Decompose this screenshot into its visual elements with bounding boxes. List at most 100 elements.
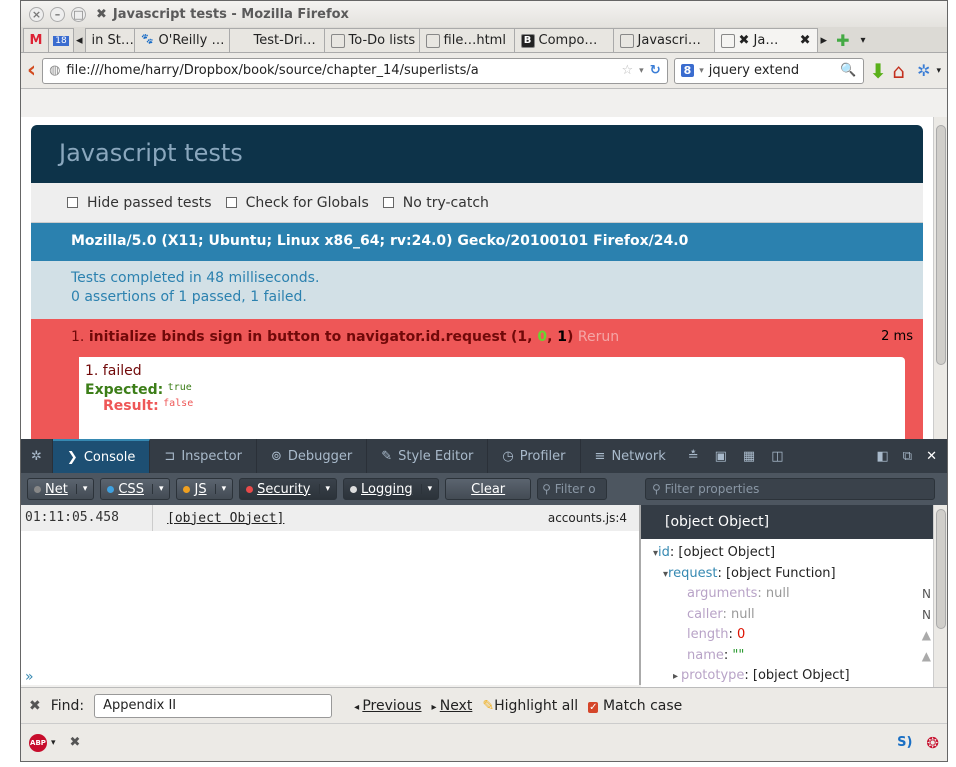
security-filter-button[interactable]: Security ▾ [239, 478, 338, 500]
var-row-name[interactable]: name: "" ▲ [641, 646, 947, 667]
net-dot-icon [34, 485, 41, 493]
status-close-icon[interactable]: ✖ [70, 735, 81, 750]
tab-2[interactable]: Test-Dri… [228, 28, 325, 52]
console-log-row[interactable]: 01:11:05.458 [object Object] accounts.js… [21, 505, 639, 531]
search-engine-dropdown-icon[interactable]: ▾ [699, 66, 704, 76]
skype-icon[interactable]: S) [897, 735, 912, 750]
logging-filter-button[interactable]: Logging ▾ [343, 478, 440, 500]
clear-button[interactable]: Clear [445, 478, 532, 500]
net-dropdown-icon[interactable]: ▾ [75, 484, 87, 494]
devtools-settings[interactable]: ✲ [21, 439, 53, 473]
hide-passed-label: Hide passed tests [87, 194, 212, 211]
url-bar[interactable]: ◍ file:///home/harry/Dropbox/book/source… [42, 57, 668, 84]
tab-inspector[interactable]: ⊐ Inspector [150, 439, 257, 473]
no-try-catch-label: No try-catch [402, 194, 489, 211]
devtools-close-icon[interactable]: ✕ [926, 449, 937, 464]
download-icon[interactable]: ⬇ [870, 59, 887, 83]
tab-scroll-right[interactable]: ▸ [817, 28, 832, 52]
tab-1[interactable]: 🐾 O'Reilly … [133, 28, 230, 52]
find-next-button[interactable]: ▸ Next [432, 698, 473, 714]
non-enumerable-flag: N [922, 587, 931, 601]
no-try-catch-checkbox[interactable] [382, 197, 394, 208]
adblock-icon[interactable]: ABP [29, 733, 47, 752]
var-row-request[interactable]: ▾request: [object Function] [641, 564, 947, 585]
console-filter-input[interactable]: ⚲ Filter o [537, 478, 608, 500]
var-row-length[interactable]: length: 0 ▲ [641, 625, 947, 646]
tab-calendar[interactable]: 18 [48, 28, 74, 52]
dock-side-icon[interactable]: ◧ [877, 449, 889, 464]
tab-0[interactable]: in St… [84, 28, 135, 52]
home-icon[interactable]: ⌂ [892, 59, 905, 83]
firebug-status-icon[interactable]: ❂ [926, 734, 939, 752]
net-filter-button[interactable]: Net ▾ [27, 478, 95, 500]
tab-network[interactable]: ≡ Network [581, 439, 680, 473]
new-tab-button[interactable]: ✚ [830, 28, 855, 52]
var-value: [object Object] [678, 545, 776, 560]
reload-icon[interactable]: ↻ [650, 63, 661, 78]
scratchpad-icon[interactable]: ≛ [688, 449, 699, 464]
css-dropdown-icon[interactable]: ▾ [151, 484, 163, 494]
tab-profiler[interactable]: ◷ Profiler [488, 439, 581, 473]
page-icon [236, 34, 250, 48]
tab-style-editor[interactable]: ✎ Style Editor [367, 439, 489, 473]
css-filter-label: CSS [118, 481, 144, 497]
match-case-toggle[interactable]: ✓ Match case [588, 698, 682, 714]
tab-7-active[interactable]: ✖ Ja… ✖ [713, 28, 818, 52]
maximize-window-icon[interactable]: □ [71, 6, 86, 22]
tab-gmail[interactable]: M [23, 28, 49, 52]
back-icon[interactable]: ‹ [27, 58, 36, 83]
tab-list-button[interactable]: ▾ [854, 28, 871, 52]
security-dropdown-icon[interactable]: ▾ [318, 484, 330, 494]
close-window-icon[interactable]: × [29, 6, 44, 22]
find-input[interactable]: Appendix II [94, 693, 333, 718]
log-object-link[interactable]: [object Object] [167, 511, 548, 526]
var-name: request [668, 565, 718, 581]
tab-close-icon[interactable]: ✖ [800, 33, 811, 48]
check-globals-checkbox[interactable] [225, 197, 237, 208]
tab-5[interactable]: B Compo… [513, 28, 614, 52]
search-icon[interactable]: 🔍 [840, 63, 856, 78]
rerun-link[interactable]: Rerun [578, 329, 619, 345]
var-row-id[interactable]: ▾id: [object Object] [641, 543, 947, 564]
firebug-icon[interactable]: ✲ [917, 61, 930, 80]
js-filter-label: JS [194, 481, 207, 497]
var-row-caller[interactable]: caller: null N [641, 605, 947, 626]
undock-icon[interactable]: ⧉ [903, 449, 912, 464]
var-row-prototype[interactable]: ▸ prototype: [object Object] [641, 666, 947, 687]
variables-scrollbar-thumb[interactable] [936, 509, 946, 629]
page-scrollbar[interactable] [933, 117, 947, 439]
paint-flashing-icon[interactable]: ◫ [771, 449, 783, 464]
highlight-all-button[interactable]: ✎Highlight all [482, 698, 578, 714]
responsive-icon[interactable]: ▣ [715, 449, 727, 464]
properties-filter-input[interactable]: ⚲ Filter properties [645, 478, 935, 500]
hide-passed-checkbox[interactable] [67, 197, 78, 208]
adblock-dropdown-icon[interactable]: ▾ [51, 738, 56, 748]
js-dropdown-icon[interactable]: ▾ [214, 484, 226, 494]
screenshot-icon[interactable]: ▦ [743, 449, 755, 464]
find-close-icon[interactable]: ✖ [29, 698, 41, 714]
find-previous-button[interactable]: ◂ Previous [354, 698, 421, 714]
match-case-label: Match case [602, 697, 683, 714]
css-filter-button[interactable]: CSS ▾ [100, 478, 171, 500]
firebug-dropdown-icon[interactable]: ▾ [936, 66, 941, 76]
tab-console[interactable]: ❯ Console [52, 439, 151, 473]
collapsed-arrow-icon[interactable]: ▸ [673, 671, 678, 682]
log-source-link[interactable]: accounts.js:4 [548, 511, 627, 525]
assertion-title: 1. failed [85, 363, 142, 379]
tab-3[interactable]: To-Do lists [323, 28, 420, 52]
search-bar[interactable]: 8 ▾ jquery extend 🔍 [673, 57, 864, 84]
tab-4[interactable]: file…html [418, 28, 515, 52]
tab-inspector-label: Inspector [181, 448, 242, 464]
var-row-arguments[interactable]: arguments: null N [641, 584, 947, 605]
page-scrollbar-thumb[interactable] [936, 125, 946, 365]
logging-dropdown-icon[interactable]: ▾ [420, 484, 432, 494]
tab-debugger[interactable]: ⊚ Debugger [257, 439, 368, 473]
console-input-prompt[interactable]: » [25, 669, 34, 685]
dropdown-icon[interactable]: ▾ [639, 66, 644, 76]
minimize-window-icon[interactable]: – [50, 6, 65, 22]
variables-scrollbar[interactable] [933, 505, 947, 687]
total-count: 1 [557, 329, 568, 345]
js-filter-button[interactable]: JS ▾ [176, 478, 234, 500]
bookmark-star-icon[interactable]: ☆ [622, 63, 634, 78]
tab-6[interactable]: Javascri… [612, 28, 715, 52]
